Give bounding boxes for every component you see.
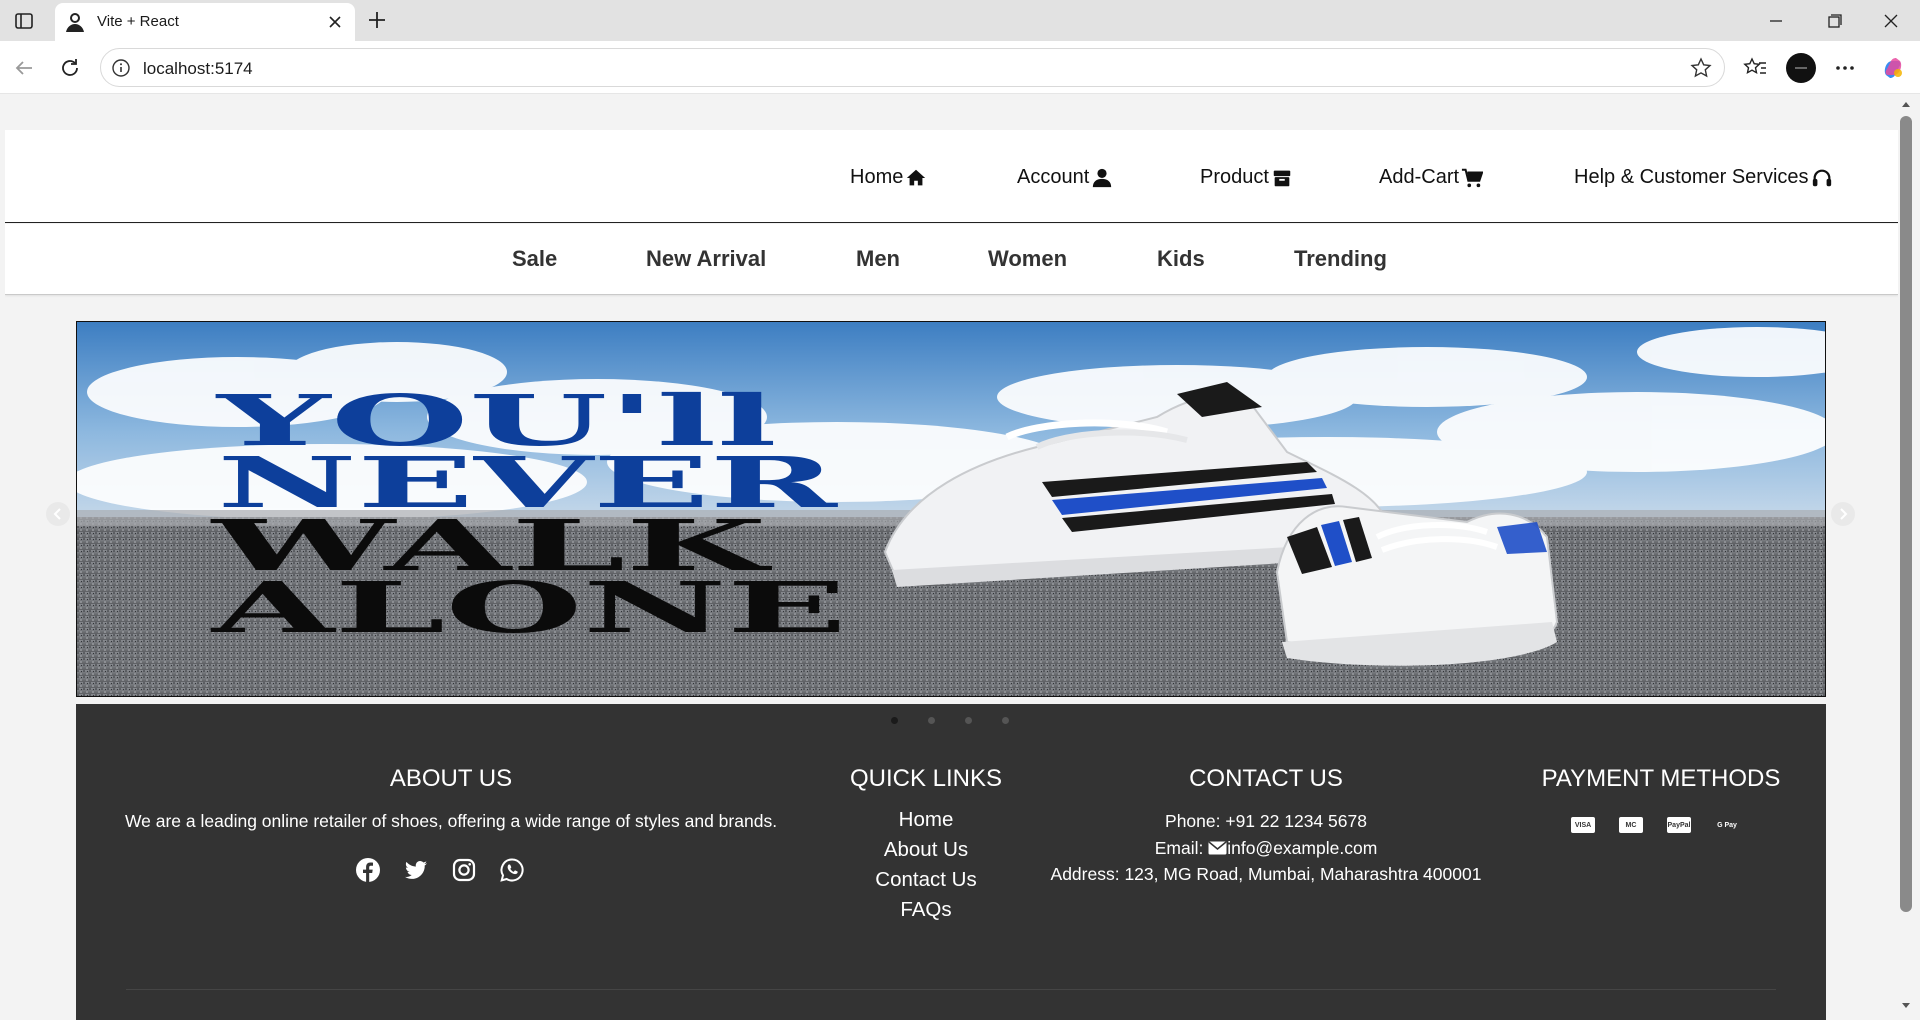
mastercard-icon: MC (1619, 817, 1643, 833)
hero-banner[interactable]: YOU'll NEVER WALK ALONE (76, 321, 1826, 697)
carousel-dot-3[interactable] (965, 717, 972, 724)
footer-link-home[interactable]: Home (816, 805, 1036, 835)
nav-label: Product (1200, 166, 1269, 188)
footer-payment: PAYMENT METHODS (1531, 765, 1791, 793)
footer-quick-links-heading: QUICK LINKS (849, 765, 1003, 792)
carousel-dot-2[interactable] (928, 717, 935, 724)
paypal-icon: PayPal (1667, 817, 1691, 833)
instagram-icon[interactable] (451, 857, 477, 883)
whatsapp-icon[interactable] (499, 857, 525, 883)
url-field[interactable]: localhost:5174 (100, 48, 1725, 87)
nav-product[interactable]: Product (1200, 166, 1293, 189)
contact-phone: Phone: +91 22 1234 5678 (1165, 811, 1367, 831)
page-viewport: Home Account Product Add-Cart Help & Cus… (5, 95, 1898, 1020)
carousel-dot-1[interactable] (891, 717, 898, 724)
site-info-icon[interactable] (111, 58, 131, 78)
footer-contact-heading: CONTACT US (1189, 765, 1343, 792)
footer-about-text: We are a leading online retailer of shoe… (124, 811, 778, 831)
close-window-icon[interactable] (1877, 8, 1905, 34)
nav-label: Home (850, 166, 904, 188)
category-trending[interactable]: Trending (1294, 246, 1387, 272)
footer-link-faqs[interactable]: FAQs (816, 895, 1036, 925)
twitter-icon[interactable] (403, 857, 429, 883)
top-navigation: Home Account Product Add-Cart Help & Cus… (5, 130, 1898, 223)
nav-add-cart[interactable]: Add-Cart (1379, 166, 1484, 189)
carousel-dot-4[interactable] (1002, 717, 1009, 724)
contact-email[interactable]: info@example.com (1227, 838, 1377, 858)
category-new-arrival[interactable]: New Arrival (646, 246, 766, 272)
contact-address: Address: 123, MG Road, Mumbai, Maharasht… (1050, 864, 1482, 884)
more-options-icon[interactable] (1830, 53, 1860, 83)
user-icon (1093, 168, 1112, 187)
category-navigation: Sale New Arrival Men Women Kids Trending (5, 224, 1898, 295)
category-kids[interactable]: Kids (1157, 246, 1205, 272)
home-icon (907, 169, 926, 185)
reload-icon[interactable] (56, 54, 84, 82)
browser-tab[interactable]: Vite + React (55, 3, 355, 41)
avatar-favicon-icon (66, 13, 84, 32)
scroll-down-icon[interactable] (1900, 1000, 1912, 1012)
hero-image: YOU'll NEVER WALK ALONE (77, 322, 1825, 696)
footer-about-heading: ABOUT US (389, 765, 513, 792)
favorites-icon[interactable] (1740, 53, 1770, 83)
footer-link-about[interactable]: About Us (816, 835, 1036, 865)
footer-payment-heading: PAYMENT METHODS (1541, 765, 1781, 792)
restore-icon[interactable] (1820, 8, 1848, 34)
cart-icon (1461, 168, 1484, 187)
facebook-icon[interactable] (355, 857, 381, 883)
google-pay-icon: G Pay (1717, 821, 1737, 829)
footer-link-contact[interactable]: Contact Us (816, 865, 1036, 895)
favorite-star-icon[interactable] (1690, 57, 1712, 79)
tab-title: Vite + React (97, 13, 179, 30)
url-text: localhost:5174 (143, 59, 253, 78)
contact-email-line: Email: info@example.com (1041, 835, 1491, 861)
address-bar: localhost:5174 (0, 41, 1920, 94)
new-tab-icon[interactable] (365, 8, 389, 32)
social-links (355, 857, 525, 883)
nav-label: Help & Customer Services (1574, 166, 1809, 188)
nav-label: Add-Cart (1379, 166, 1460, 188)
headset-icon (1812, 169, 1831, 186)
back-arrow-icon[interactable] (10, 54, 38, 82)
profile-avatar[interactable] (1786, 53, 1816, 83)
footer-contact: CONTACT US Phone: +91 22 1234 5678 Email… (1041, 765, 1491, 887)
site-footer: ABOUT US We are a leading online retaile… (76, 704, 1826, 1020)
scroll-up-icon[interactable] (1900, 98, 1912, 110)
payment-icons: VISA MC PayPal G Pay (1571, 817, 1739, 833)
footer-about: ABOUT US We are a leading online retaile… (121, 765, 781, 832)
nav-help[interactable]: Help & Customer Services (1574, 166, 1833, 189)
close-tab-icon[interactable] (327, 14, 343, 30)
category-men[interactable]: Men (856, 246, 900, 272)
box-icon (1273, 170, 1291, 186)
category-sale[interactable]: Sale (512, 246, 557, 272)
nav-account[interactable]: Account (1017, 166, 1113, 189)
slogan-line-4: ALONE (210, 566, 847, 649)
carousel-dots (891, 717, 1009, 724)
footer-divider (126, 989, 1776, 990)
carousel-prev-icon[interactable] (45, 501, 71, 527)
nav-home[interactable]: Home (850, 166, 927, 189)
category-women[interactable]: Women (988, 246, 1067, 272)
minimize-icon[interactable] (1762, 8, 1790, 34)
contact-email-label: Email: (1154, 838, 1204, 858)
nav-label: Account (1017, 166, 1090, 188)
copilot-icon[interactable] (1878, 53, 1908, 83)
browser-tabbar: Vite + React (0, 0, 1920, 41)
footer-quick-links: QUICK LINKS Home About Us Contact Us FAQ… (816, 765, 1036, 925)
envelope-icon (1208, 841, 1227, 855)
visa-icon: VISA (1571, 817, 1595, 833)
carousel-next-icon[interactable] (1830, 501, 1856, 527)
sidebar-toggle-icon[interactable] (12, 9, 36, 33)
scroll-thumb[interactable] (1900, 116, 1912, 912)
